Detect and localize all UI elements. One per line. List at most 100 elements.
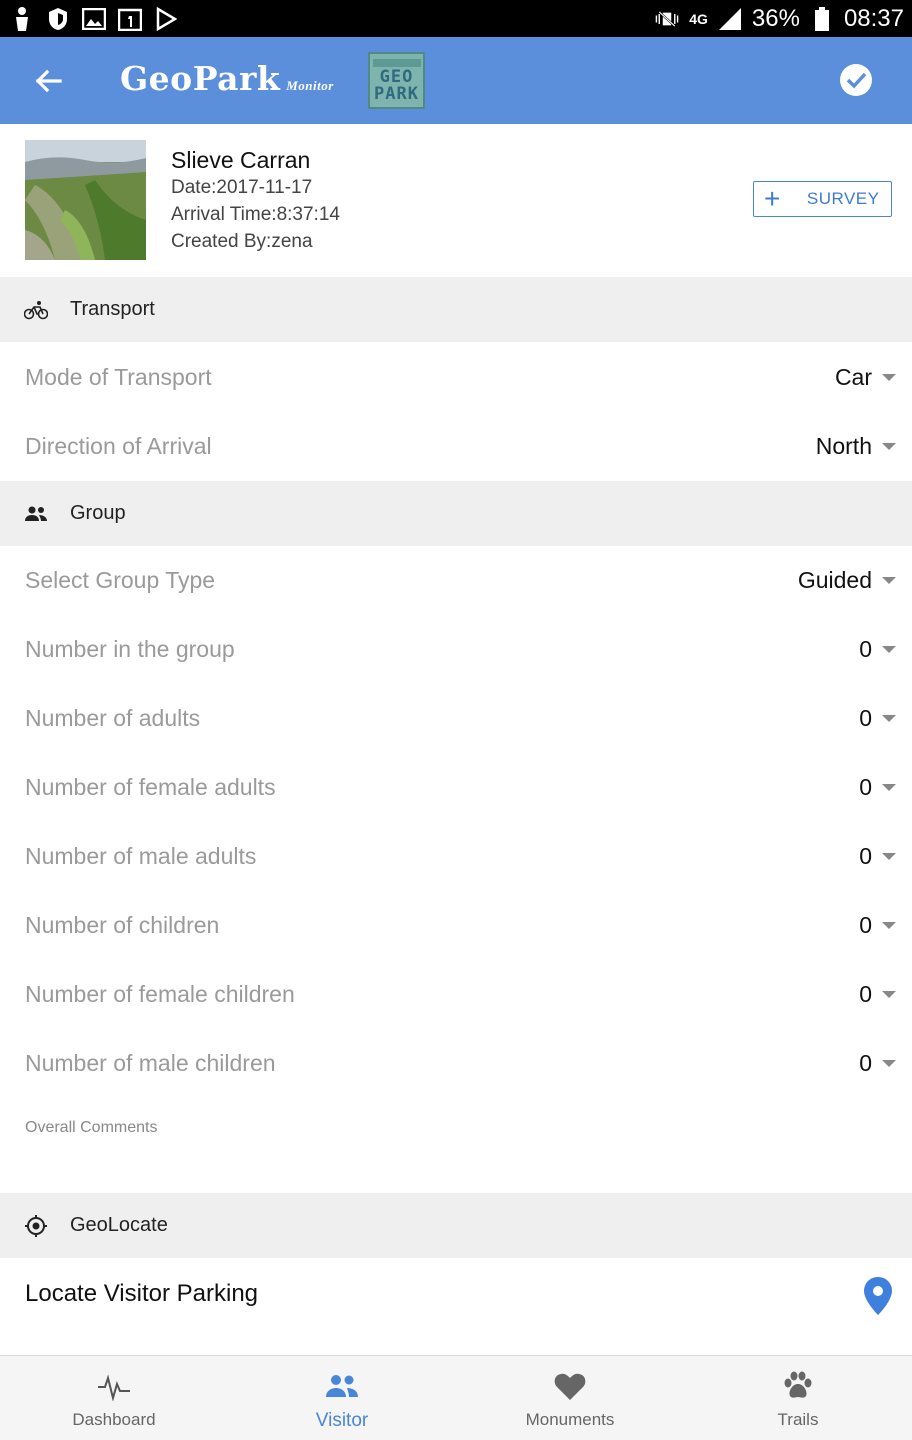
site-arrival-time: Arrival Time:8:37:14 — [171, 204, 340, 225]
site-name: Slieve Carran — [171, 147, 311, 173]
locate-visitor-parking-label: Locate Visitor Parking — [25, 1280, 259, 1307]
status-bar-system: 4G 36% 08:37 — [655, 3, 904, 35]
play-store-icon — [154, 7, 178, 31]
section-title: GeoLocate — [70, 1214, 168, 1236]
nav-label: Trails — [777, 1410, 819, 1429]
logo-text-top: GEO — [379, 66, 414, 87]
field-label: Number of male adults — [25, 843, 257, 869]
field-label: Select Group Type — [25, 567, 216, 593]
logo-text-bottom: PARK — [374, 83, 419, 104]
field-label: Direction of Arrival — [25, 433, 212, 459]
mode-of-transport-select[interactable]: Mode of Transport Car — [0, 343, 912, 412]
vibrate-mute-icon — [655, 7, 679, 31]
bottom-navigation: Dashboard Visitor Monuments Trails — [0, 1355, 912, 1440]
group-type-select[interactable]: Select Group Type Guided — [0, 546, 912, 615]
dropdown-arrow-icon — [882, 922, 896, 929]
field-label: Number in the group — [25, 636, 235, 662]
brand-subtitle: Monitor — [286, 78, 334, 93]
direction-of-arrival-select[interactable]: Direction of Arrival North — [0, 412, 912, 481]
back-button[interactable] — [30, 63, 66, 99]
section-transport: Transport — [0, 277, 912, 342]
field-label: Number of female adults — [25, 774, 276, 800]
paw-icon — [780, 1370, 816, 1402]
section-group: Group — [0, 481, 912, 546]
site-created-by: Created By:zena — [171, 231, 313, 252]
section-title: Transport — [70, 298, 155, 320]
field-value: 0 — [859, 981, 872, 1007]
number-of-children-select[interactable]: Number of children 0 — [0, 891, 912, 960]
person-icon — [10, 7, 34, 31]
pulse-icon — [96, 1370, 132, 1402]
status-bar: 4G 36% 08:37 — [0, 0, 912, 37]
nav-label: Monuments — [525, 1410, 615, 1429]
number-of-male-children-select[interactable]: Number of male children 0 — [0, 1029, 912, 1098]
number-of-female-adults-select[interactable]: Number of female adults 0 — [0, 753, 912, 822]
nav-dashboard[interactable]: Dashboard — [0, 1356, 228, 1440]
dropdown-arrow-icon — [882, 646, 896, 653]
image-icon — [82, 7, 106, 31]
dropdown-arrow-icon — [882, 784, 896, 791]
arrow-left-icon — [35, 69, 62, 93]
field-value: 0 — [859, 636, 872, 662]
overall-comments-field[interactable]: Overall Comments — [25, 1119, 157, 1137]
field-label: Number of adults — [25, 705, 201, 731]
signal-icon — [718, 7, 742, 31]
dropdown-arrow-icon — [882, 715, 896, 722]
nav-monuments[interactable]: Monuments — [456, 1356, 684, 1440]
dropdown-arrow-icon — [882, 374, 896, 381]
dropdown-arrow-icon — [882, 1060, 896, 1067]
calendar-icon — [118, 7, 142, 31]
add-survey-button[interactable]: + SURVEY — [753, 181, 892, 217]
section-geolocate: GeoLocate — [0, 1193, 912, 1258]
field-value: 0 — [859, 1050, 872, 1076]
field-value: Guided — [797, 567, 872, 593]
network-type: 4G — [689, 11, 708, 27]
number-of-male-adults-select[interactable]: Number of male adults 0 — [0, 822, 912, 891]
status-bar-notifications — [10, 6, 178, 32]
nav-visitor[interactable]: Visitor — [228, 1356, 456, 1440]
people-icon — [324, 1370, 360, 1402]
site-thumbnail — [25, 140, 146, 260]
field-value: North — [815, 433, 872, 459]
field-value: 0 — [859, 705, 872, 731]
field-value: 0 — [859, 843, 872, 869]
field-label: Number of children — [25, 912, 220, 938]
site-header: Slieve Carran Date:2017-11-17 Arrival Ti… — [0, 124, 912, 277]
dropdown-arrow-icon — [882, 443, 896, 450]
site-date: Date:2017-11-17 — [171, 177, 313, 198]
app-bar: GeoPark Monitor GEO PARK — [0, 37, 912, 124]
locate-visitor-parking-row[interactable]: Locate Visitor Parking — [0, 1258, 912, 1333]
dropdown-arrow-icon — [882, 577, 896, 584]
number-of-female-children-select[interactable]: Number of female children 0 — [0, 960, 912, 1029]
bicycle-icon — [24, 298, 48, 322]
brand-title: GeoPark — [120, 59, 281, 98]
section-title: Group — [70, 502, 126, 524]
clock: 08:37 — [843, 5, 904, 32]
logo-banner — [372, 58, 421, 67]
confirm-button[interactable] — [836, 60, 876, 100]
geopark-logo: GEO PARK — [368, 52, 425, 109]
nav-label: Dashboard — [72, 1410, 156, 1429]
shield-icon — [46, 7, 70, 31]
plus-icon: + — [764, 183, 781, 214]
battery-icon — [810, 7, 834, 31]
nav-trails[interactable]: Trails — [684, 1356, 912, 1440]
field-label: Number of male children — [25, 1050, 276, 1076]
people-icon — [24, 502, 48, 526]
field-label: Number of female children — [25, 981, 295, 1007]
dropdown-arrow-icon — [882, 853, 896, 860]
field-label: Mode of Transport — [25, 364, 212, 390]
field-value: 0 — [859, 774, 872, 800]
number-in-group-select[interactable]: Number in the group 0 — [0, 615, 912, 684]
site-info: Slieve Carran Date:2017-11-17 Arrival Ti… — [171, 146, 340, 255]
battery-level: 36% — [751, 5, 800, 32]
dropdown-arrow-icon — [882, 991, 896, 998]
heart-icon — [552, 1370, 588, 1402]
field-value: 0 — [859, 912, 872, 938]
target-icon — [24, 1214, 48, 1238]
map-pin-icon[interactable] — [862, 1276, 894, 1316]
field-value: Car — [834, 364, 872, 390]
number-of-adults-select[interactable]: Number of adults 0 — [0, 684, 912, 753]
app-brand: GeoPark Monitor — [120, 59, 334, 98]
check-circle-icon — [840, 64, 872, 96]
